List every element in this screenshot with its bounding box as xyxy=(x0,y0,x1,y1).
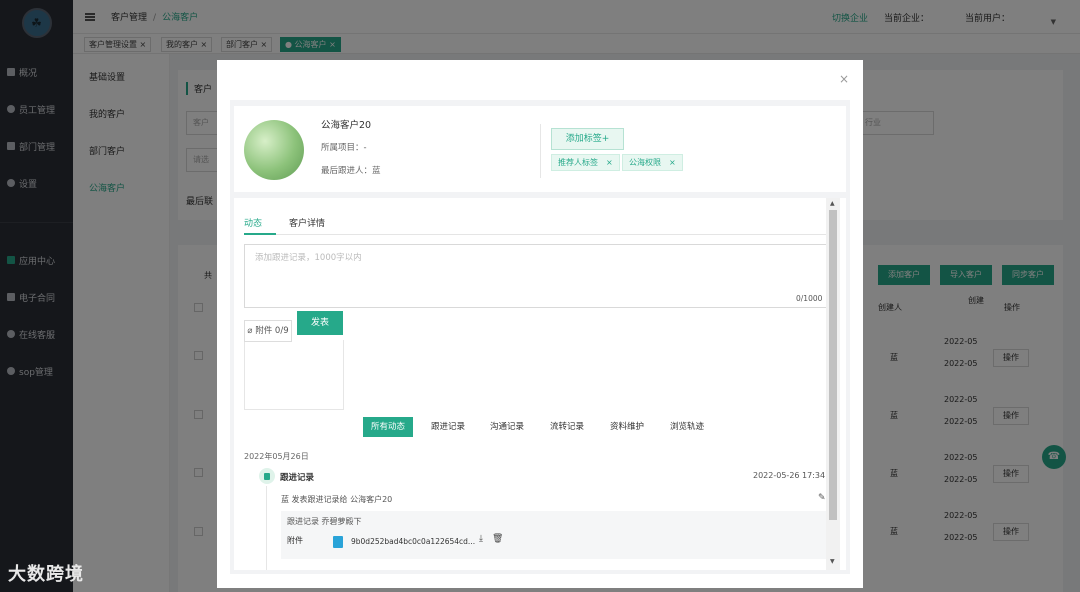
attachment-label: 附件 0/9 xyxy=(255,326,289,336)
modal-body: 公海客户20 所属项目：- 最后跟进人：蓝 添加标签+ 推荐人标签 × 公海权限 ×… xyxy=(230,100,850,574)
record-line: 跟进记录 乔碧萝殿下 xyxy=(287,517,362,526)
follow-up-record-icon xyxy=(259,468,275,484)
customer-tag: 推荐人标签 × xyxy=(551,154,620,171)
attachment-label: 附件 xyxy=(287,536,303,545)
customer-last-follower: 最后跟进人：蓝 xyxy=(321,166,381,176)
trash-icon[interactable]: 🗑 xyxy=(492,534,503,544)
upload-area[interactable] xyxy=(244,340,344,410)
close-icon[interactable]: × xyxy=(839,72,849,86)
filter-browse-history[interactable]: 浏览轨迹 xyxy=(670,417,704,437)
edit-icon[interactable]: ✎ xyxy=(818,493,826,503)
scroll-down-icon[interactable]: ▼ xyxy=(830,558,835,565)
profile-divider xyxy=(540,124,541,178)
customer-tag-label: 公海权限 xyxy=(629,158,661,167)
timeline-line xyxy=(266,486,267,570)
customer-tag-label: 推荐人标签 xyxy=(558,158,598,167)
filter-transfer[interactable]: 流转记录 xyxy=(550,417,584,437)
filter-communication[interactable]: 沟通记录 xyxy=(490,417,524,437)
char-counter: 0/1000 xyxy=(796,294,823,303)
timeline-entry-desc: 蓝 发表跟进记录给 公海客户20 xyxy=(281,495,393,504)
scrollbar[interactable]: ▲ ▼ xyxy=(826,198,840,570)
customer-profile-card: 公海客户20 所属项目：- 最后跟进人：蓝 添加标签+ 推荐人标签 × 公海权限 × xyxy=(234,106,846,192)
customer-detail-modal: × 公海客户20 所属项目：- 最后跟进人：蓝 添加标签+ 推荐人标签 × 公海权… xyxy=(217,60,863,588)
customer-project: 所属项目：- xyxy=(321,143,367,153)
active-tab-indicator xyxy=(244,233,276,235)
attachment-file-link[interactable]: 9b0d252bad4bc0c0a122654cd... xyxy=(351,537,475,546)
file-icon xyxy=(333,536,343,548)
timeline-date: 2022年05月26日 xyxy=(244,452,309,461)
add-tag-button[interactable]: 添加标签+ xyxy=(551,128,624,150)
filter-data-maintenance[interactable]: 资料维护 xyxy=(610,417,644,437)
remove-tag-icon[interactable]: × xyxy=(606,158,613,167)
remove-tag-icon[interactable]: × xyxy=(669,158,676,167)
tab-customer-details[interactable]: 客户详情 xyxy=(289,216,325,229)
customer-tag: 公海权限 × xyxy=(622,154,683,171)
scrollbar-thumb[interactable] xyxy=(829,210,837,520)
timeline-entry-box: 跟进记录 乔碧萝殿下 附件 9b0d252bad4bc0c0a122654cd.… xyxy=(281,511,827,559)
watermark-logo: 大数跨境 xyxy=(8,564,84,585)
scroll-up-icon[interactable]: ▲ xyxy=(830,200,835,207)
tabs-underline xyxy=(244,234,827,235)
activity-panel: 动态 客户详情 添加跟进记录，1000字以内 0/1000 ⌀ 附件 0/9 发… xyxy=(234,198,846,570)
tab-activity[interactable]: 动态 xyxy=(244,216,262,229)
paperclip-icon: ⌀ xyxy=(247,326,253,336)
download-icon[interactable]: ⤓ xyxy=(479,534,483,544)
attachment-button[interactable]: ⌀ 附件 0/9 xyxy=(244,320,292,342)
timeline-entry-title: 跟进记录 xyxy=(280,473,315,483)
filter-all-activity[interactable]: 所有动态 xyxy=(363,417,414,437)
follow-up-textarea[interactable]: 添加跟进记录，1000字以内 xyxy=(244,244,827,308)
publish-button[interactable]: 发表 xyxy=(297,311,343,335)
avatar xyxy=(244,120,304,180)
filter-follow-up[interactable]: 跟进记录 xyxy=(431,417,465,437)
customer-name: 公海客户20 xyxy=(321,120,372,131)
